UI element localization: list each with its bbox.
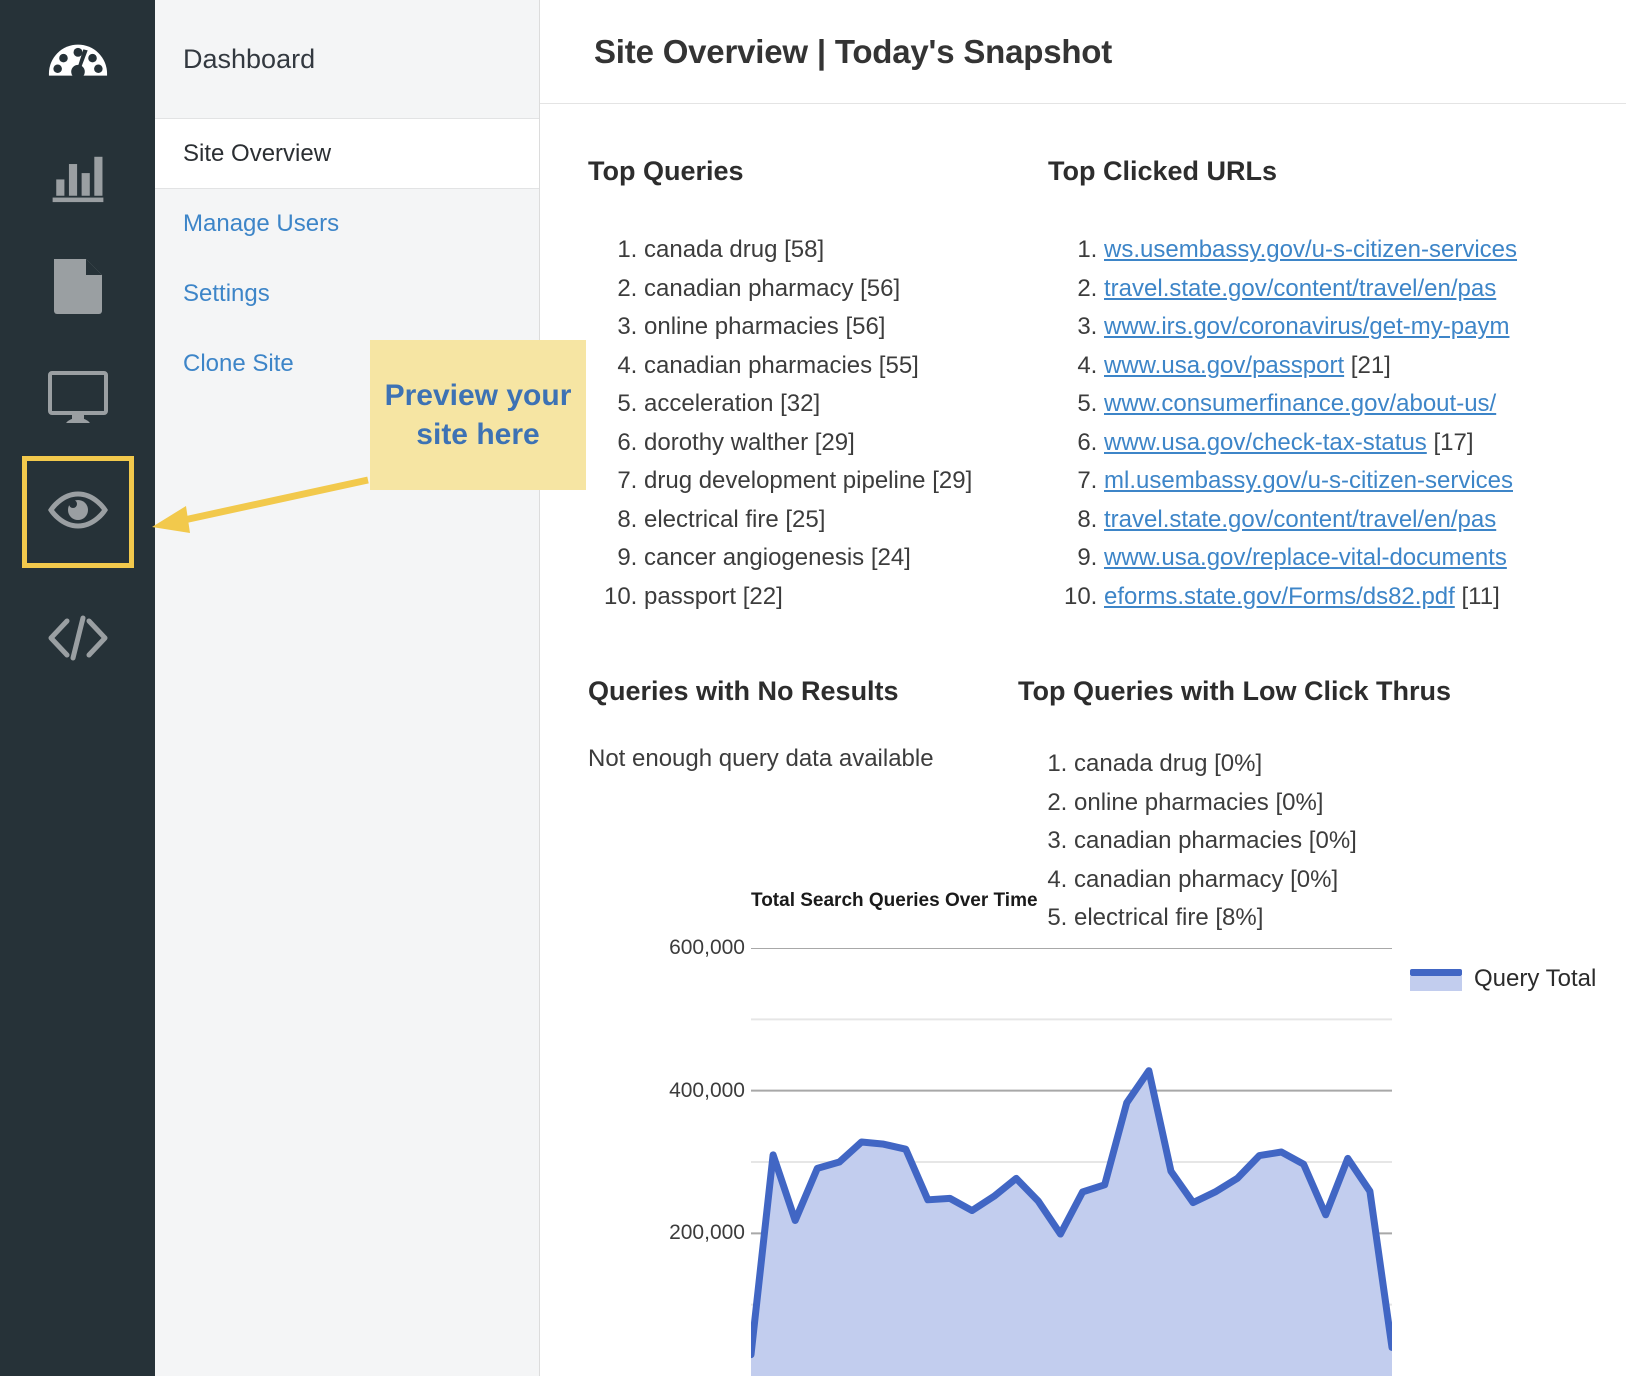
chart-plot-area <box>751 948 1392 1376</box>
panel-no-results: Queries with No Results Not enough query… <box>588 676 1008 773</box>
list-item: drug development pipeline [29] <box>644 462 1018 501</box>
list-item: online pharmacies [0%] <box>1074 784 1626 823</box>
gauge-icon <box>47 31 109 98</box>
chart-area-fill <box>751 1070 1392 1376</box>
url-link[interactable]: www.usa.gov/replace-vital-documents <box>1104 544 1507 571</box>
list-item: www.irs.gov/coronavirus/get-my-paym <box>1104 308 1626 347</box>
rail-item-dashboard[interactable] <box>0 8 155 120</box>
list-item: travel.state.gov/content/travel/en/pas <box>1104 270 1626 309</box>
list-item: passport [22] <box>644 578 1018 617</box>
nav-item-site-overview[interactable]: Site Overview <box>155 119 539 189</box>
panel-top-queries: Top Queries canada drug [58] canadian ph… <box>588 156 1018 616</box>
url-count: [17] <box>1433 428 1474 456</box>
callout-text: Preview your site here <box>384 379 572 451</box>
chart-title: Total Search Queries Over Time <box>751 890 1038 911</box>
secondary-nav: Dashboard Site Overview Manage Users Set… <box>155 0 540 1376</box>
rail-item-display[interactable] <box>0 344 155 456</box>
rail-item-content[interactable] <box>0 232 155 344</box>
section-title: Top Clicked URLs <box>1048 156 1278 186</box>
chart-svg <box>751 948 1392 1376</box>
code-icon <box>47 615 109 666</box>
top-urls-list: ws.usembassy.gov/u-s-citizen-services tr… <box>1048 231 1626 616</box>
url-link[interactable]: travel.state.gov/content/travel/en/pas <box>1104 506 1496 533</box>
list-item: dorothy walther [29] <box>644 424 1018 463</box>
monitor-icon <box>47 370 108 430</box>
rail-item-code[interactable] <box>0 584 155 696</box>
y-axis-tick-label: 200,000 <box>669 1221 745 1245</box>
list-item: ws.usembassy.gov/u-s-citizen-services <box>1104 231 1626 270</box>
icon-rail <box>0 0 155 1376</box>
list-item: www.usa.gov/replace-vital-documents <box>1104 539 1626 578</box>
eye-icon <box>47 490 109 535</box>
main-content: Site Overview | Today's Snapshot Top Que… <box>540 0 1626 1376</box>
y-axis-tick-label: 400,000 <box>669 1078 745 1102</box>
list-item: travel.state.gov/content/travel/en/pas <box>1104 501 1626 540</box>
y-axis-tick-label: 600,000 <box>669 936 745 959</box>
rail-item-preview[interactable] <box>0 456 155 568</box>
list-item: canadian pharmacies [55] <box>644 347 1018 386</box>
chart-total-search-queries: Total Search Queries Over Time 600,000 40… <box>620 890 1626 1376</box>
top-queries-list: canada drug [58] canadian pharmacy [56] … <box>588 231 1018 616</box>
list-item: www.consumerfinance.gov/about-us/ <box>1104 385 1626 424</box>
url-count: [21] <box>1350 351 1391 379</box>
section-title: Queries with No Results <box>588 676 899 706</box>
list-item: canadian pharmacy [56] <box>644 270 1018 309</box>
list-item: canada drug [0%] <box>1074 745 1626 784</box>
page-title: Site Overview | Today's Snapshot <box>594 32 1113 70</box>
callout-box: Preview your site here <box>370 340 586 490</box>
bar-chart-icon <box>49 145 107 208</box>
url-link[interactable]: www.usa.gov/check-tax-status <box>1104 429 1427 456</box>
url-link[interactable]: www.usa.gov/passport <box>1104 352 1344 379</box>
url-link[interactable]: ml.usembassy.gov/u-s-citizen-services <box>1104 467 1513 494</box>
legend-label: Query Total <box>1474 965 1597 992</box>
list-item: electrical fire [25] <box>644 501 1018 540</box>
list-item: ml.usembassy.gov/u-s-citizen-services <box>1104 462 1626 501</box>
list-item: eforms.state.gov/Forms/ds82.pdf [11] <box>1104 578 1626 617</box>
list-item: acceleration [32] <box>644 385 1018 424</box>
nav-item-manage-users[interactable]: Manage Users <box>155 189 539 259</box>
list-item: www.usa.gov/passport [21] <box>1104 347 1626 386</box>
nav-item-settings[interactable]: Settings <box>155 259 539 329</box>
rail-item-analytics[interactable] <box>0 120 155 232</box>
chart-y-axis-labels: 600,000 400,000 200,000 <box>620 936 745 1376</box>
url-count: [11] <box>1461 582 1500 610</box>
url-link[interactable]: travel.state.gov/content/travel/en/pas <box>1104 275 1496 302</box>
no-results-message: Not enough query data available <box>588 745 934 772</box>
nav-item-label: Clone Site <box>183 350 294 377</box>
panel-top-clicked-urls: Top Clicked URLs ws.usembassy.gov/u-s-ci… <box>1048 156 1626 616</box>
nav-item-label: Site Overview <box>183 139 332 167</box>
url-link[interactable]: eforms.state.gov/Forms/ds82.pdf <box>1104 583 1455 610</box>
url-link[interactable]: ws.usembassy.gov/u-s-citizen-services <box>1104 236 1517 263</box>
list-item: canada drug [58] <box>644 231 1018 270</box>
document-icon <box>51 256 105 321</box>
list-item: canadian pharmacies [0%] <box>1074 822 1626 861</box>
nav-item-label: Manage Users <box>183 210 340 237</box>
section-title: Top Queries <box>588 156 744 186</box>
nav-header: Dashboard <box>155 0 539 119</box>
list-item: www.usa.gov/check-tax-status [17] <box>1104 424 1626 463</box>
nav-item-label: Settings <box>183 280 270 307</box>
url-link[interactable]: www.irs.gov/coronavirus/get-my-paym <box>1104 313 1509 340</box>
legend-swatch-query-total <box>1410 969 1462 991</box>
list-item: cancer angiogenesis [24] <box>644 539 1018 578</box>
url-link[interactable]: www.consumerfinance.gov/about-us/ <box>1104 390 1496 417</box>
main-header: Site Overview | Today's Snapshot <box>540 0 1626 104</box>
chart-legend: Query Total <box>1410 962 1600 995</box>
section-title: Top Queries with Low Click Thrus <box>1018 676 1452 706</box>
list-item: online pharmacies [56] <box>644 308 1018 347</box>
